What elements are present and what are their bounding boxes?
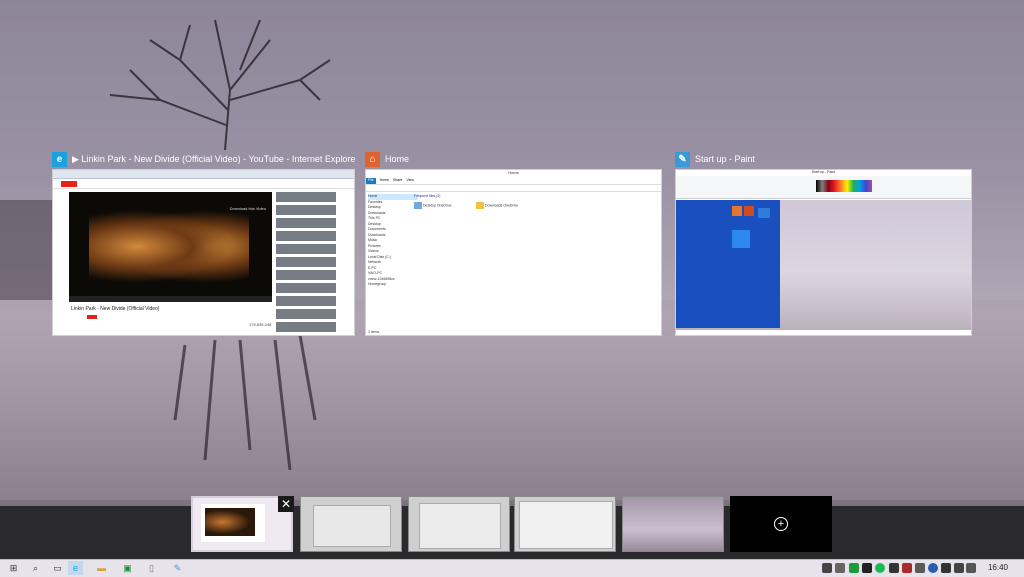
video-overlay-text: Download this Video (229, 206, 266, 211)
status-bar: 2 items (368, 330, 380, 334)
close-desktop-button[interactable]: ✕ (278, 496, 294, 512)
paint-canvas (676, 200, 971, 330)
tray-app-icon[interactable] (902, 563, 912, 573)
virtual-desktop-4[interactable] (514, 496, 616, 552)
store-taskbar-icon[interactable]: ▣ (120, 561, 135, 575)
add-icon: + (774, 517, 788, 531)
virtual-desktops-bar (0, 506, 1024, 559)
explorer-window-title: Home (508, 170, 519, 175)
virtual-desktop-3[interactable] (408, 496, 510, 552)
window-title: Home (385, 154, 410, 164)
window-card-paint[interactable]: ✎ Start up - Paint Start up - Paint (675, 150, 972, 336)
virtual-desktop-5[interactable] (622, 496, 724, 552)
ribbon-tab: File (366, 178, 376, 184)
file-item: Downloads OneDrive (476, 202, 518, 209)
start-menu-image (676, 200, 780, 328)
virtual-desktop-2[interactable] (300, 496, 402, 552)
file-explorer-home-icon: ⌂ (365, 151, 380, 167)
bluetooth-icon[interactable] (928, 563, 938, 573)
file-explorer-taskbar-icon[interactable]: ▬ (94, 561, 109, 575)
tray-app-icon[interactable] (889, 563, 899, 573)
file-item-sub: OneDrive (436, 203, 452, 208)
paint-taskbar-icon[interactable]: ✎ (170, 561, 185, 575)
tray-app-icon[interactable] (822, 563, 832, 573)
start-icon[interactable]: ⊞ (6, 561, 21, 575)
video-title: Linkin Park - New Divide (Official Video… (71, 306, 160, 312)
subscribe-badge (87, 315, 97, 319)
volume-icon[interactable] (966, 563, 976, 573)
spotify-icon[interactable] (875, 563, 885, 573)
ribbon-tab: Home (379, 178, 389, 182)
tray-app-icon[interactable] (915, 563, 925, 573)
downloads-folder-icon (476, 202, 484, 209)
task-view-icon[interactable]: ▭ (50, 561, 65, 575)
nav-item: Homegroup (368, 282, 387, 286)
video-frame (89, 204, 249, 289)
window-title: ▶ Linkin Park - New Divide (Official Vid… (72, 153, 355, 164)
color-palette (816, 180, 872, 192)
ribbon-tab: Share (392, 178, 403, 182)
desktop-folder-icon (414, 202, 422, 209)
network-icon[interactable] (954, 563, 964, 573)
related-videos (276, 192, 336, 332)
window-thumbnail: Home File Home Share View Home Favorites… (365, 169, 662, 336)
internet-explorer-icon: e (52, 151, 67, 167)
window-card-internet-explorer[interactable]: e ▶ Linkin Park - New Divide (Official V… (52, 150, 355, 336)
window-card-file-explorer[interactable]: ⌂ Home Home File Home Share View Home Fa… (365, 150, 662, 336)
ribbon-tab: View (406, 178, 414, 182)
paint-icon: ✎ (675, 151, 690, 167)
clock[interactable]: 16:40 (988, 563, 1008, 572)
taskbar: ⊞ ⌕ ▭ e ▬ ▣ ▯ ✎ 16:40 (0, 559, 1024, 577)
document-taskbar-icon[interactable]: ▯ (144, 561, 159, 575)
youtube-logo-icon (61, 180, 77, 187)
tray-app-icon[interactable] (862, 563, 872, 573)
tray-app-icon[interactable] (941, 563, 951, 573)
file-item-sub: OneDrive (503, 203, 519, 208)
section-header: Frequent files (2) (414, 194, 441, 198)
window-thumbnail: Start up - Paint (675, 169, 972, 336)
file-item-name: Downloads (484, 203, 503, 208)
window-title: Start up - Paint (695, 154, 756, 164)
tray-app-icon[interactable] (849, 563, 859, 573)
search-icon[interactable]: ⌕ (28, 561, 43, 575)
file-item-name: Desktop (422, 203, 436, 208)
internet-explorer-taskbar-icon[interactable]: e (68, 561, 83, 575)
view-count: 175,835,045 (249, 322, 272, 327)
window-thumbnail: Download this Video Linkin Park - New Di… (52, 169, 355, 336)
file-item: Desktop OneDrive (414, 202, 452, 209)
add-desktop-button[interactable]: + (730, 496, 832, 552)
tray-app-icon[interactable] (835, 563, 845, 573)
paint-ribbon (676, 176, 971, 199)
navigation-pane: Home Favorites Desktop Downloads This PC… (368, 194, 418, 288)
